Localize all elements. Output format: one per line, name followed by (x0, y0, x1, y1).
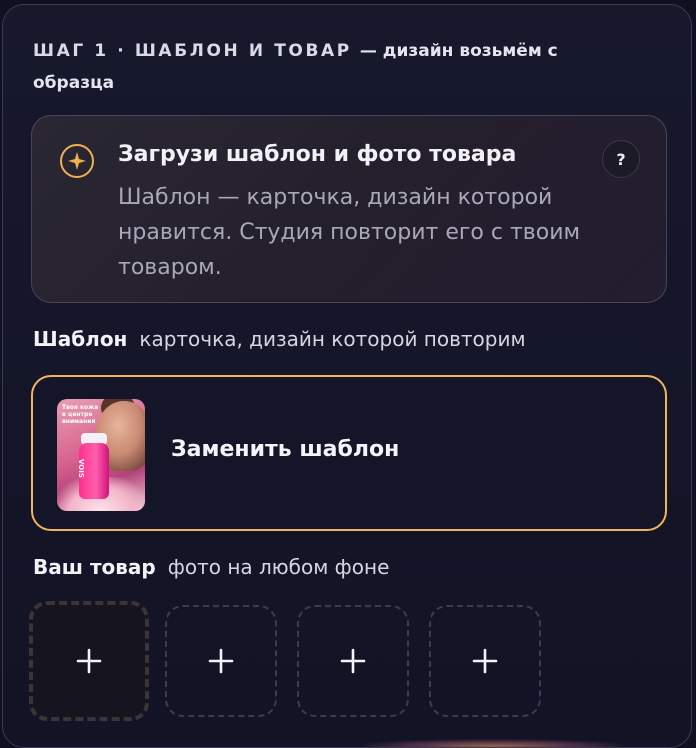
bottom-glow (363, 739, 623, 747)
plus-icon (340, 648, 366, 674)
info-title: Загрузи шаблон и фото товара (118, 142, 517, 167)
step-header: ШАГ 1 · ШАБЛОН И ТОВАР — дизайн возьмём с… (33, 35, 633, 99)
plus-icon (208, 648, 234, 674)
template-label: Шаблон (33, 327, 128, 351)
step-title: ШАГ 1 · ШАБЛОН И ТОВАР (33, 41, 352, 61)
template-upload-card[interactable]: Твоя кожа в центре внимания VOIS Заменит… (31, 375, 667, 531)
product-slot-3[interactable] (297, 605, 409, 717)
product-hint: фото на любом фоне (167, 555, 390, 579)
plus-icon (76, 648, 102, 674)
product-section-label: Ваш товар фото на любом фоне (33, 555, 389, 579)
step-panel: ШАГ 1 · ШАБЛОН И ТОВАР — дизайн возьмём с… (2, 4, 692, 748)
template-section-label: Шаблон карточка, дизайн которой повторим (33, 327, 526, 351)
sparkle-icon (60, 144, 94, 178)
product-upload-slots (29, 601, 671, 725)
sparkle-glyph (68, 152, 86, 170)
product-slot-2[interactable] (165, 605, 277, 717)
info-card: Загрузи шаблон и фото товара Шаблон — ка… (31, 115, 667, 303)
info-text: Шаблон — карточка, дизайн которой нравит… (118, 185, 581, 280)
replace-template-button[interactable]: Заменить шаблон (171, 437, 399, 462)
product-slot-4[interactable] (429, 605, 541, 717)
template-thumbnail: Твоя кожа в центре внимания VOIS (57, 399, 145, 511)
product-slot-1[interactable] (29, 601, 149, 721)
plus-icon (472, 648, 498, 674)
template-hint: карточка, дизайн которой повторим (139, 327, 526, 351)
product-label: Ваш товар (33, 555, 156, 579)
help-button[interactable]: ? (602, 140, 640, 178)
thumbnail-brand: VOIS (77, 459, 85, 478)
thumbnail-text: Твоя кожа в центре внимания (62, 404, 99, 425)
